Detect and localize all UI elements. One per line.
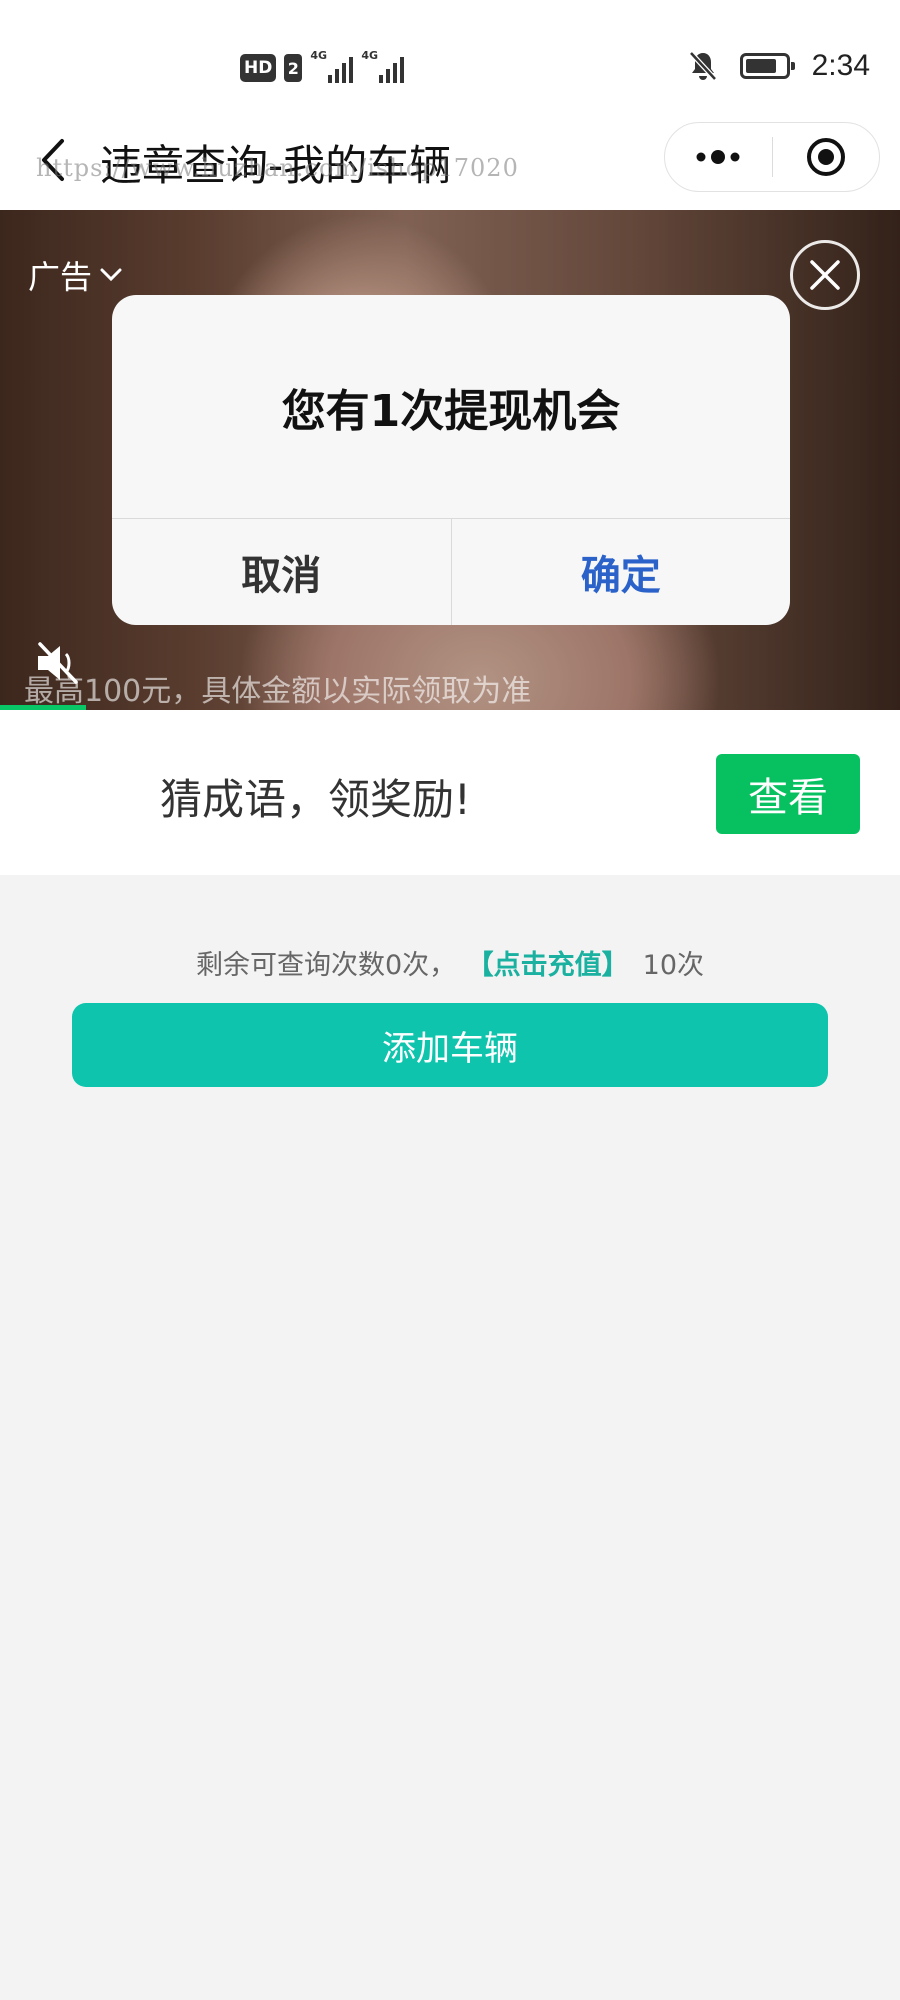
- more-button[interactable]: [665, 123, 772, 191]
- sim-badge: 2: [284, 54, 303, 82]
- battery-icon: [739, 53, 795, 79]
- exit-button[interactable]: [773, 123, 880, 191]
- hd-badge: HD: [240, 54, 277, 82]
- cancel-button[interactable]: 取消: [112, 519, 452, 625]
- network-type: 4G: [310, 49, 328, 62]
- back-button[interactable]: [28, 132, 78, 188]
- close-icon: [810, 260, 840, 290]
- recharge-link[interactable]: 【点击充值】: [480, 950, 629, 981]
- mini-program-capsule: [664, 122, 880, 192]
- signal-icon: 4G: [310, 49, 354, 83]
- target-circle-icon: [806, 138, 845, 176]
- query-info: 剩余可查询次数0次， 【点击充值】 10次: [0, 943, 900, 982]
- chevron-down-icon: [100, 268, 122, 282]
- clock: 2:34: [811, 49, 870, 82]
- promo-text: 猜成语，领奖励!: [160, 775, 471, 824]
- ad-caption: 最高100元，具体金额以实际领取为准: [24, 674, 532, 709]
- remaining-count-text: 剩余可查询次数0次，: [195, 950, 457, 981]
- promo-banner: 猜成语，领奖励! 查看: [0, 710, 900, 875]
- status-right: 2:34: [688, 44, 870, 88]
- status-left: HD 2 4G 4G: [240, 48, 405, 88]
- ad-video[interactable]: 广告 您有1次提现机会 取消 确定 最高100元，具体金额以实际领取为准: [0, 210, 900, 710]
- ad-label: 广告: [28, 258, 93, 296]
- more-dots-icon: [696, 150, 740, 164]
- query-count: 10次: [642, 950, 705, 981]
- bell-muted-icon: [688, 51, 717, 81]
- confirm-button[interactable]: 确定: [452, 519, 791, 625]
- ad-close-button[interactable]: [790, 240, 860, 310]
- mute-button[interactable]: [32, 638, 82, 688]
- dialog-buttons: 取消 确定: [112, 518, 790, 625]
- view-button[interactable]: 查看: [716, 754, 860, 834]
- network-type: 4G: [361, 49, 379, 62]
- signal-icon: 4G: [361, 49, 405, 83]
- add-vehicle-button[interactable]: 添加车辆: [72, 1003, 828, 1087]
- page-title: 违章查询-我的车辆: [100, 141, 452, 190]
- nav-bar: 违章查询-我的车辆 https://www.huzhan.com/ishop17…: [0, 110, 900, 210]
- ad-label-button[interactable]: 广告: [28, 252, 122, 298]
- withdraw-dialog: 您有1次提现机会 取消 确定: [112, 295, 790, 625]
- dialog-message: 您有1次提现机会: [281, 385, 621, 437]
- back-arrow-icon: [42, 139, 64, 181]
- mute-icon: [38, 642, 78, 684]
